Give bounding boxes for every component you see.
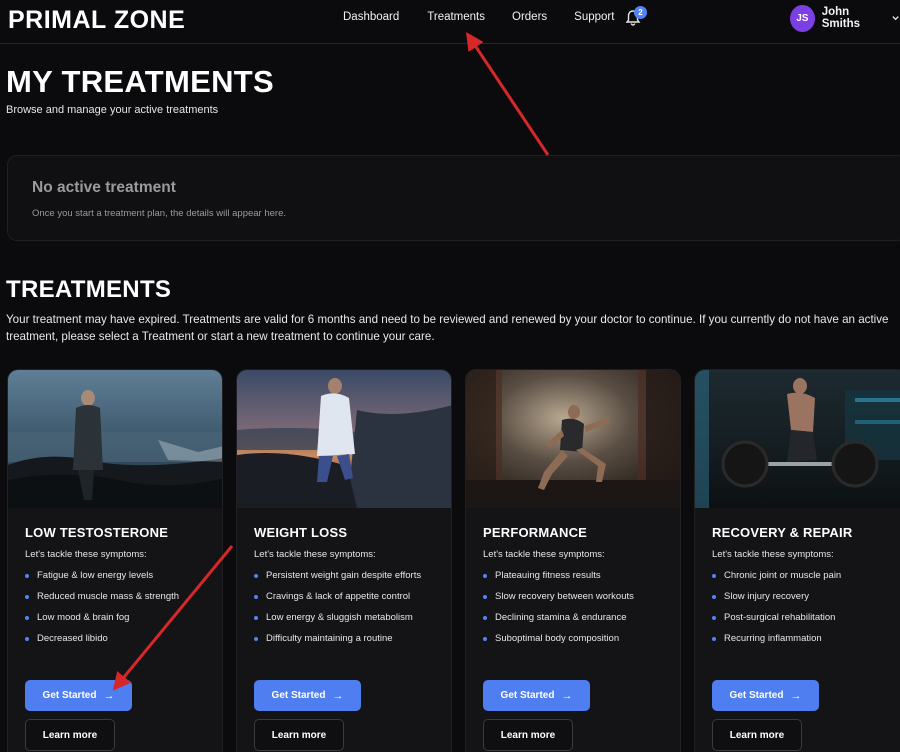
list-item: Slow injury recovery (712, 590, 900, 604)
active-treatment-panel: No active treatment Once you start a tre… (7, 155, 900, 241)
symptom-list: Fatigue & low energy levels Reduced musc… (25, 569, 215, 653)
arrow-right-icon: → (103, 689, 115, 702)
empty-state-title: No active treatment (32, 179, 176, 196)
get-started-button[interactable]: Get Started → (25, 680, 132, 711)
card-title: WEIGHT LOSS (254, 525, 348, 540)
arrow-right-icon: → (332, 689, 344, 702)
avatar: JS (790, 4, 815, 32)
card-image (8, 370, 222, 508)
notification-badge: 2 (634, 6, 647, 19)
card-subtitle: Let's tackle these symptoms: (712, 549, 834, 560)
nav-link-orders[interactable]: Orders (512, 11, 547, 23)
treatment-card-weight-loss: WEIGHT LOSS Let's tackle these symptoms:… (236, 369, 452, 752)
learn-more-button[interactable]: Learn more (25, 719, 115, 751)
get-started-button[interactable]: Get Started → (483, 680, 590, 711)
list-item: Cravings & lack of appetite control (254, 590, 444, 604)
card-subtitle: Let's tackle these symptoms: (483, 549, 605, 560)
get-started-label: Get Started (42, 690, 97, 701)
card-image (695, 370, 900, 508)
list-item: Suboptimal body composition (483, 632, 673, 646)
card-subtitle: Let's tackle these symptoms: (25, 549, 147, 560)
learn-more-button[interactable]: Learn more (483, 719, 573, 751)
treatment-card-low-testosterone: LOW TESTOSTERONE Let's tackle these symp… (7, 369, 223, 752)
top-navbar: PRIMAL ZONE Dashboard Treatments Orders … (0, 0, 900, 44)
treatment-card-recovery-repair: RECOVERY & REPAIR Let's tackle these sym… (694, 369, 900, 752)
list-item: Recurring inflammation (712, 632, 900, 646)
treatment-card-performance: PERFORMANCE Let's tackle these symptoms:… (465, 369, 681, 752)
nav-link-support[interactable]: Support (574, 11, 614, 23)
nav-links: Dashboard Treatments Orders Support (343, 11, 614, 23)
get-started-label: Get Started (729, 690, 784, 701)
get-started-button[interactable]: Get Started → (712, 680, 819, 711)
nav-link-treatments[interactable]: Treatments (427, 11, 485, 23)
treatments-heading: TREATMENTS (6, 276, 172, 303)
chevron-down-icon (892, 16, 899, 21)
list-item: Low energy & sluggish metabolism (254, 611, 444, 625)
arrow-right-icon: → (790, 689, 802, 702)
list-item: Low mood & brain fog (25, 611, 215, 625)
symptom-list: Plateauing fitness results Slow recovery… (483, 569, 673, 653)
card-subtitle: Let's tackle these symptoms: (254, 549, 376, 560)
card-title: RECOVERY & REPAIR (712, 525, 853, 540)
brand-logo[interactable]: PRIMAL ZONE (8, 6, 185, 35)
user-menu[interactable]: JS John Smiths (790, 4, 900, 32)
get-started-button[interactable]: Get Started → (254, 680, 361, 711)
card-title: PERFORMANCE (483, 525, 588, 540)
list-item: Decreased libido (25, 632, 215, 646)
page-title: MY TREATMENTS (6, 64, 274, 99)
empty-state-description: Once you start a treatment plan, the det… (32, 208, 286, 219)
user-name: John Smiths (821, 6, 861, 30)
list-item: Reduced muscle mass & strength (25, 590, 215, 604)
arrow-right-icon: → (561, 689, 573, 702)
list-item: Chronic joint or muscle pain (712, 569, 900, 583)
treatments-description: Your treatment may have expired. Treatme… (6, 313, 889, 343)
learn-more-button[interactable]: Learn more (254, 719, 344, 751)
card-title: LOW TESTOSTERONE (25, 525, 169, 540)
list-item: Difficulty maintaining a routine (254, 632, 444, 646)
list-item: Post-surgical rehabilitation (712, 611, 900, 625)
list-item: Slow recovery between workouts (483, 590, 673, 604)
list-item: Fatigue & low energy levels (25, 569, 215, 583)
annotation-arrow-treatments (466, 32, 550, 156)
list-item: Declining stamina & endurance (483, 611, 673, 625)
card-image (466, 370, 680, 508)
list-item: Plateauing fitness results (483, 569, 673, 583)
get-started-label: Get Started (500, 690, 555, 701)
get-started-label: Get Started (271, 690, 326, 701)
symptom-list: Chronic joint or muscle pain Slow injury… (712, 569, 900, 653)
page-subtitle: Browse and manage your active treatments (6, 104, 219, 116)
card-image (237, 370, 451, 508)
symptom-list: Persistent weight gain despite efforts C… (254, 569, 444, 653)
list-item: Persistent weight gain despite efforts (254, 569, 444, 583)
nav-link-dashboard[interactable]: Dashboard (343, 11, 399, 23)
learn-more-button[interactable]: Learn more (712, 719, 802, 751)
